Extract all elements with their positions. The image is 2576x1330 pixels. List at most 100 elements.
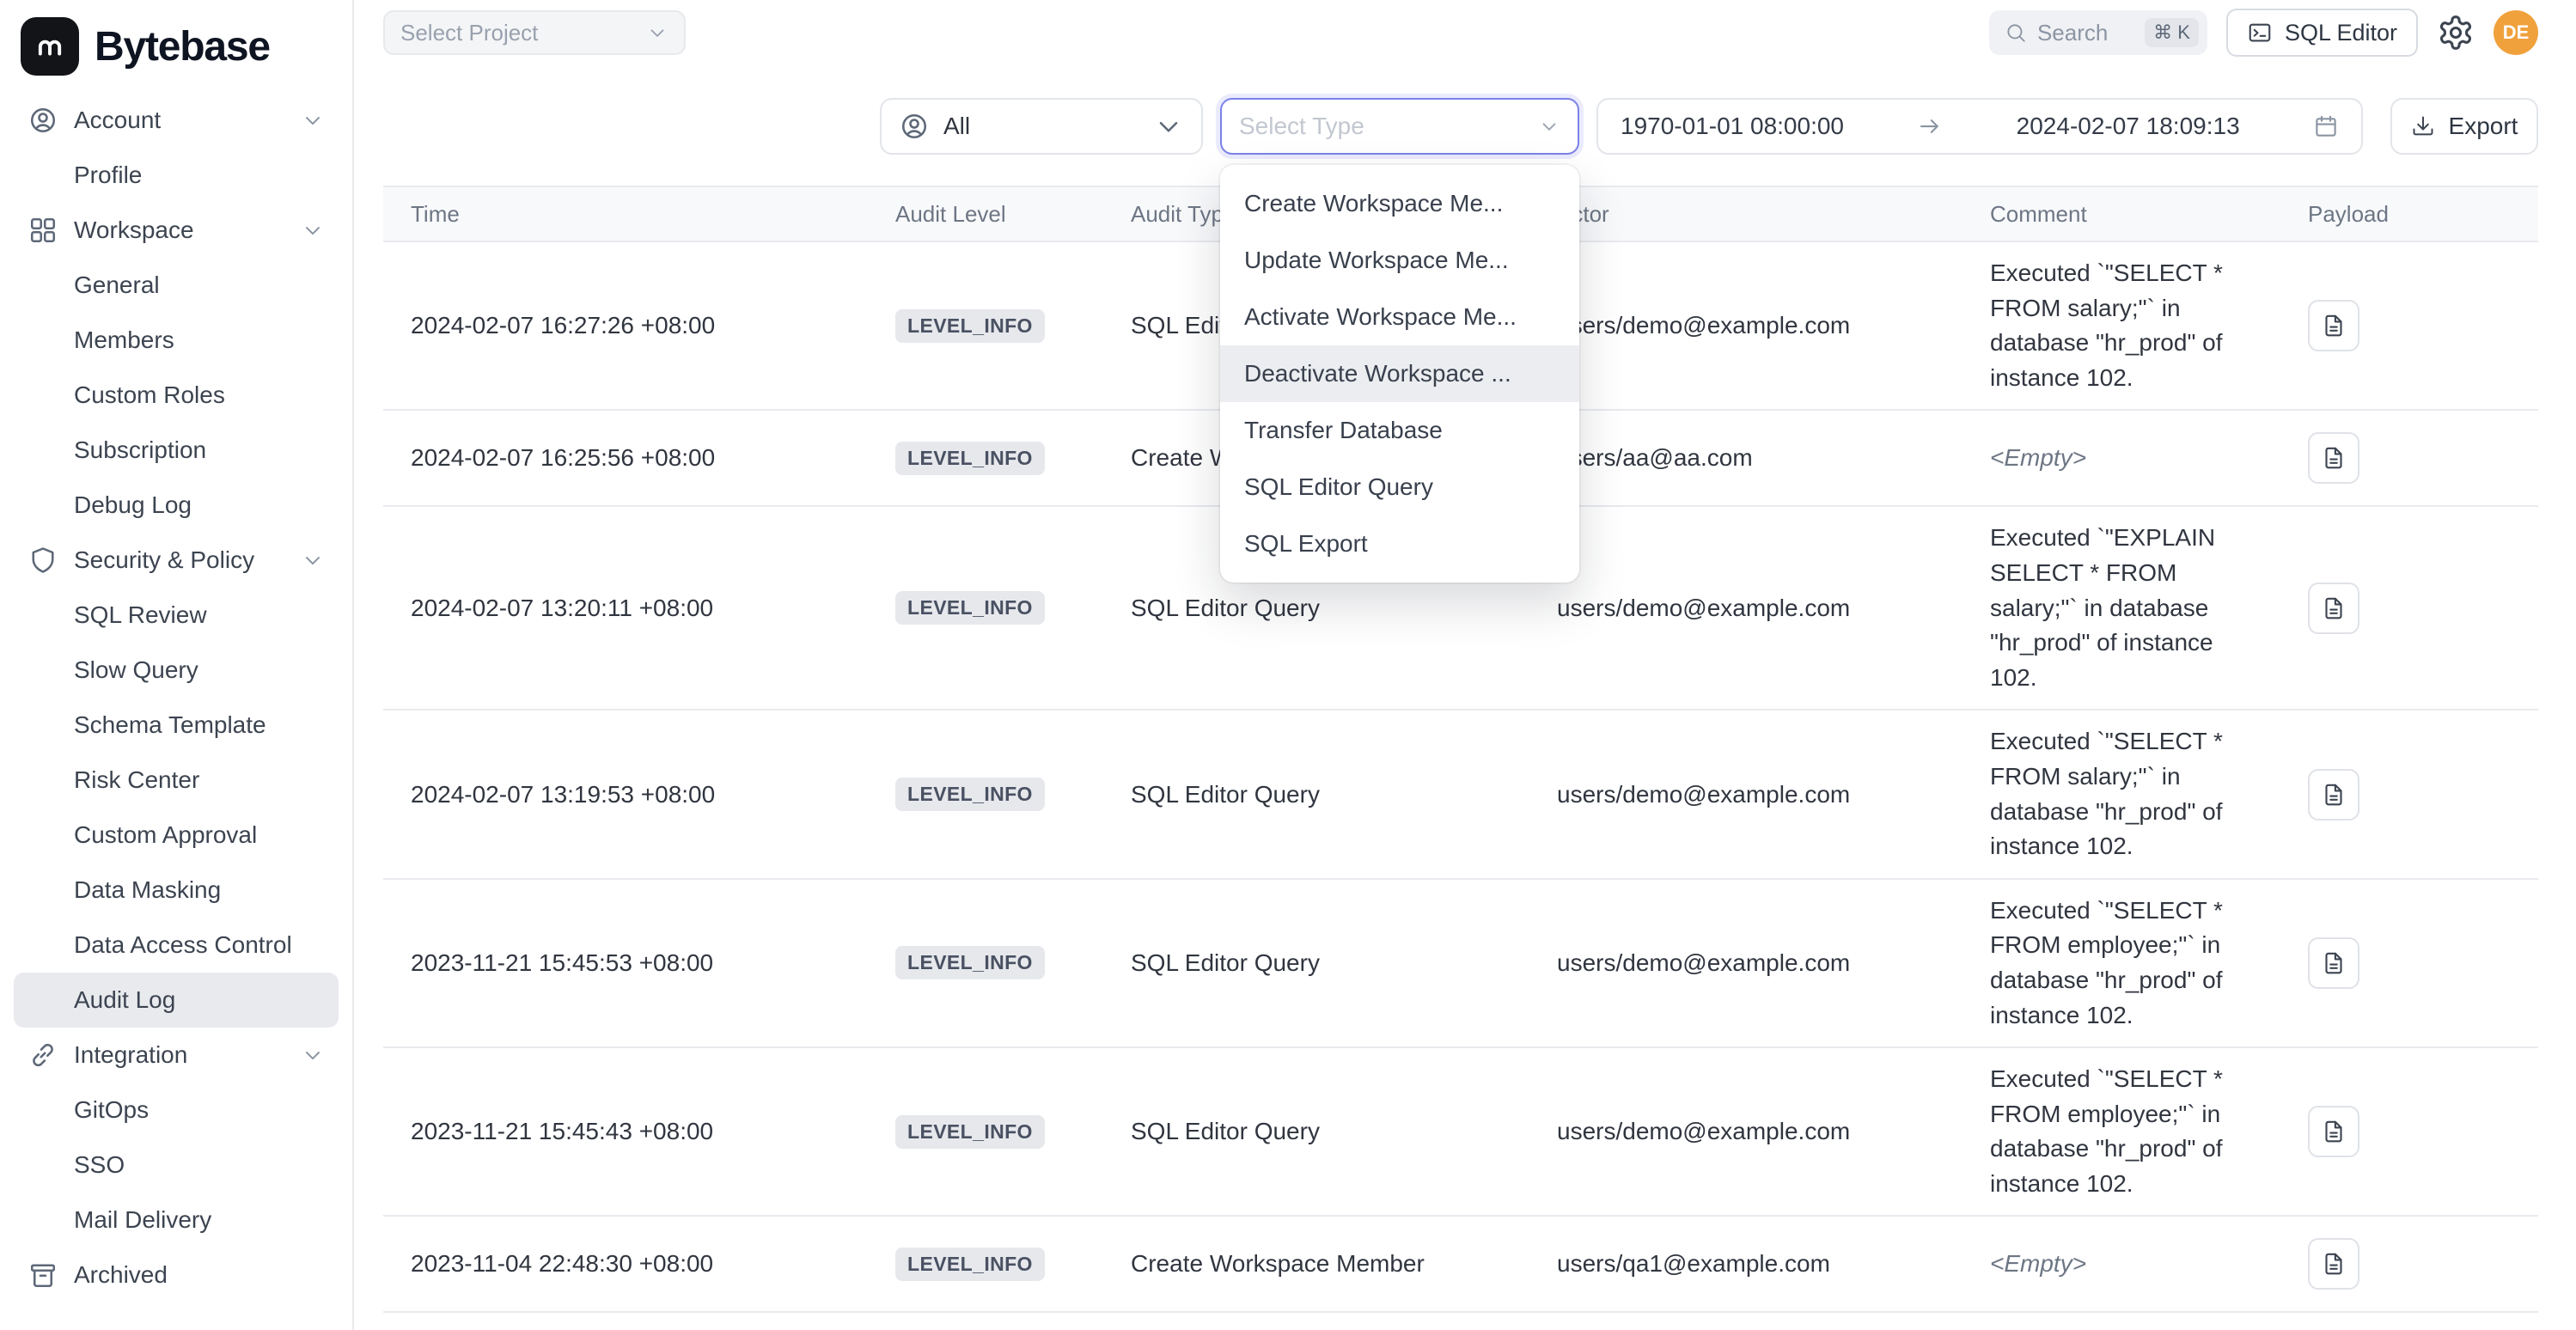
actor-cell: users/demo@example.com: [1529, 595, 1963, 622]
table-row: 2023-11-04 21:26:34 +08:00 LEVEL_INFO SQ…: [383, 1313, 2538, 1330]
sidebar-item-label: Debug Log: [74, 491, 192, 519]
type-dropdown-menu: Create Workspace Me... Update Workspace …: [1220, 165, 1579, 583]
grid-icon: [27, 215, 58, 246]
type-filter-select[interactable]: Select Type: [1220, 98, 1579, 155]
payload-button[interactable]: [2308, 583, 2359, 634]
column-header-actor: Actor: [1529, 201, 1963, 228]
sidebar-item-slow-query[interactable]: Slow Query: [14, 643, 339, 698]
sidebar-section-label: Archived: [74, 1261, 168, 1289]
file-icon: [2321, 595, 2347, 621]
payload-button[interactable]: [2308, 300, 2359, 351]
type-option-activate-workspace-me[interactable]: Activate Workspace Me...: [1220, 289, 1579, 345]
sidebar-section-integration[interactable]: Integration: [14, 1028, 339, 1083]
type-option-update-workspace-me[interactable]: Update Workspace Me...: [1220, 232, 1579, 289]
sidebar-section-security-policy[interactable]: Security & Policy: [14, 533, 339, 588]
payload-button[interactable]: [2308, 937, 2359, 989]
search-input[interactable]: Search ⌘ K: [1989, 10, 2207, 55]
payload-button[interactable]: [2308, 432, 2359, 484]
filter-row: All Select Type Create Workspace Me... U…: [354, 98, 2576, 155]
date-from-value: 1970-01-01 08:00:00: [1621, 113, 1844, 140]
audit-level-badge: LEVEL_INFO: [895, 1248, 1045, 1281]
audit-type-cell: SQL Editor Query: [1103, 949, 1529, 977]
sidebar-item-audit-log[interactable]: Audit Log: [14, 973, 339, 1028]
type-option-sql-export[interactable]: SQL Export: [1220, 516, 1579, 572]
type-option-sql-editor-query[interactable]: SQL Editor Query: [1220, 459, 1579, 516]
sidebar-section-label: Account: [74, 107, 161, 134]
audit-level-badge: LEVEL_INFO: [895, 946, 1045, 979]
file-icon: [2321, 782, 2347, 808]
sidebar-item-members[interactable]: Members: [14, 313, 339, 368]
sidebar-section-label: Integration: [74, 1041, 187, 1069]
date-range-picker[interactable]: 1970-01-01 08:00:00 2024-02-07 18:09:13: [1596, 98, 2363, 155]
sidebar-item-general[interactable]: General: [14, 258, 339, 313]
bytebase-logo-icon: [21, 17, 79, 76]
time-cell: 2023-11-04 22:48:30 +08:00: [383, 1250, 868, 1278]
terminal-icon: [2247, 20, 2273, 46]
download-icon: [2411, 114, 2435, 138]
brand-name: Bytebase: [95, 23, 270, 70]
export-button[interactable]: Export: [2390, 98, 2538, 155]
sidebar-item-profile[interactable]: Profile: [14, 148, 339, 203]
link-icon: [27, 1040, 58, 1071]
sidebar-item-subscription[interactable]: Subscription: [14, 423, 339, 478]
type-option-deactivate-workspace[interactable]: Deactivate Workspace ...: [1220, 345, 1579, 402]
sidebar-item-label: Profile: [74, 162, 142, 189]
type-filter-wrap: Select Type Create Workspace Me... Updat…: [1220, 98, 1579, 155]
sidebar-section-workspace[interactable]: Workspace: [14, 203, 339, 258]
sidebar-section-label: Security & Policy: [74, 546, 254, 574]
sidebar-item-custom-approval[interactable]: Custom Approval: [14, 808, 339, 863]
sidebar-item-data-access-control[interactable]: Data Access Control: [14, 918, 339, 973]
sidebar-item-data-masking[interactable]: Data Masking: [14, 863, 339, 918]
sidebar-section-archived[interactable]: Archived: [14, 1248, 339, 1303]
sidebar-item-label: Risk Center: [74, 766, 199, 794]
sidebar-item-label: Mail Delivery: [74, 1206, 211, 1234]
time-cell: 2024-02-07 16:27:26 +08:00: [383, 312, 868, 339]
brand[interactable]: Bytebase: [14, 14, 339, 86]
time-cell: 2023-11-21 15:45:43 +08:00: [383, 1118, 868, 1145]
time-cell: 2024-02-07 16:25:56 +08:00: [383, 444, 868, 472]
gear-icon[interactable]: [2437, 14, 2475, 52]
column-header-comment: Comment: [1963, 201, 2280, 228]
type-option-transfer-database[interactable]: Transfer Database: [1220, 402, 1579, 459]
search-placeholder: Search: [2037, 20, 2108, 46]
audit-level-badge: LEVEL_INFO: [895, 1115, 1045, 1149]
payload-button[interactable]: [2308, 769, 2359, 821]
actor-filter-select[interactable]: All: [880, 98, 1203, 155]
chevron-down-icon: [1153, 111, 1184, 142]
sidebar-item-label: Slow Query: [74, 656, 198, 684]
avatar[interactable]: DE: [2494, 10, 2538, 55]
chevron-down-icon: [301, 548, 325, 572]
project-select[interactable]: Select Project: [383, 10, 686, 55]
audit-level-badge: LEVEL_INFO: [895, 309, 1045, 343]
sidebar-item-label: General: [74, 271, 160, 299]
comment-cell: <Empty>: [1963, 441, 2280, 476]
sidebar-item-sso[interactable]: SSO: [14, 1138, 339, 1193]
sidebar-item-label: Custom Roles: [74, 381, 225, 409]
comment-cell: Executed `"SELECT * FROM employee;"` in …: [1963, 1062, 2280, 1201]
sidebar-item-gitops[interactable]: GitOps: [14, 1083, 339, 1138]
payload-button[interactable]: [2308, 1106, 2359, 1157]
payload-button[interactable]: [2308, 1238, 2359, 1290]
sidebar-item-risk-center[interactable]: Risk Center: [14, 753, 339, 808]
type-option-create-workspace-me[interactable]: Create Workspace Me...: [1220, 175, 1579, 232]
column-header-audit-level: Audit Level: [868, 201, 1103, 228]
sidebar-item-schema-template[interactable]: Schema Template: [14, 698, 339, 753]
actor-cell: users/demo@example.com: [1529, 1118, 1963, 1145]
sidebar-item-mail-delivery[interactable]: Mail Delivery: [14, 1193, 339, 1248]
actor-cell: users/demo@example.com: [1529, 781, 1963, 808]
audit-type-cell: SQL Editor Query: [1103, 1118, 1529, 1145]
file-icon: [2321, 313, 2347, 339]
sidebar-section-account[interactable]: Account: [14, 93, 339, 148]
column-header-time: Time: [383, 201, 868, 228]
comment-cell: Executed `"SELECT * FROM salary;"` in da…: [1963, 256, 2280, 395]
table-row: 2023-11-04 22:48:30 +08:00 LEVEL_INFO Cr…: [383, 1217, 2538, 1313]
time-cell: 2024-02-07 13:19:53 +08:00: [383, 781, 868, 808]
time-cell: 2023-11-21 15:45:53 +08:00: [383, 949, 868, 977]
sidebar-item-custom-roles[interactable]: Custom Roles: [14, 368, 339, 423]
project-select-placeholder: Select Project: [400, 20, 538, 46]
sql-editor-button[interactable]: SQL Editor: [2226, 9, 2418, 57]
sidebar: Bytebase Account Profile Workspace Gener…: [0, 0, 354, 1330]
sidebar-item-debug-log[interactable]: Debug Log: [14, 478, 339, 533]
calendar-icon: [2313, 113, 2339, 139]
sidebar-item-sql-review[interactable]: SQL Review: [14, 588, 339, 643]
